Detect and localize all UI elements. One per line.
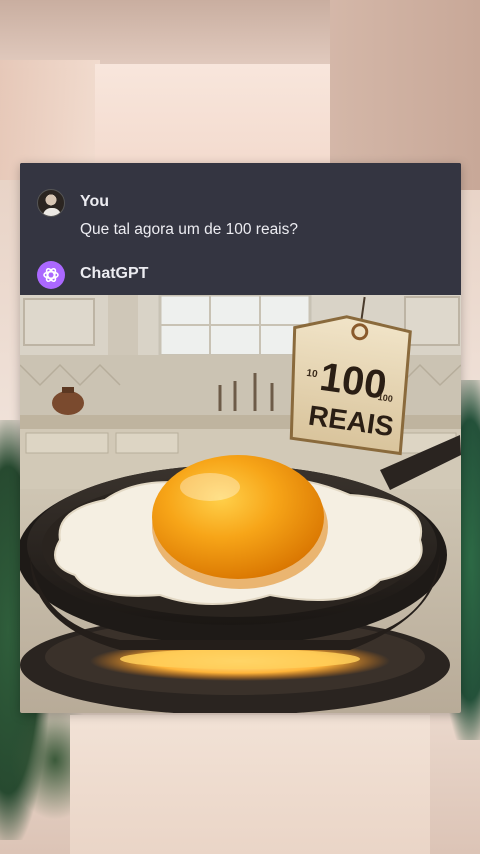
user-message: You Que tal agora um de 100 reais?: [37, 187, 447, 247]
background-wall-right: [330, 0, 480, 190]
assistant-message: ChatGPT: [37, 260, 447, 290]
user-message-text: Que tal agora um de 100 reais?: [80, 221, 298, 238]
user-name: You: [80, 193, 110, 210]
background-floor: [70, 715, 430, 854]
tag-small-right: 100: [377, 392, 393, 404]
openai-logo-icon: [37, 261, 65, 289]
generated-image[interactable]: 10 100 100 REAIS: [20, 295, 461, 713]
tag-small-left: 10: [306, 368, 319, 381]
user-avatar-icon: [37, 189, 65, 217]
background-wall-left: [0, 60, 100, 180]
avatar-shoulders: [43, 208, 61, 216]
background-wall-mid: [95, 64, 335, 174]
assistant-name: ChatGPT: [80, 265, 149, 282]
chat-transcript: You Que tal agora um de 100 reais? ChatG…: [20, 163, 461, 295]
chat-card: You Que tal agora um de 100 reais? ChatG…: [20, 163, 461, 713]
